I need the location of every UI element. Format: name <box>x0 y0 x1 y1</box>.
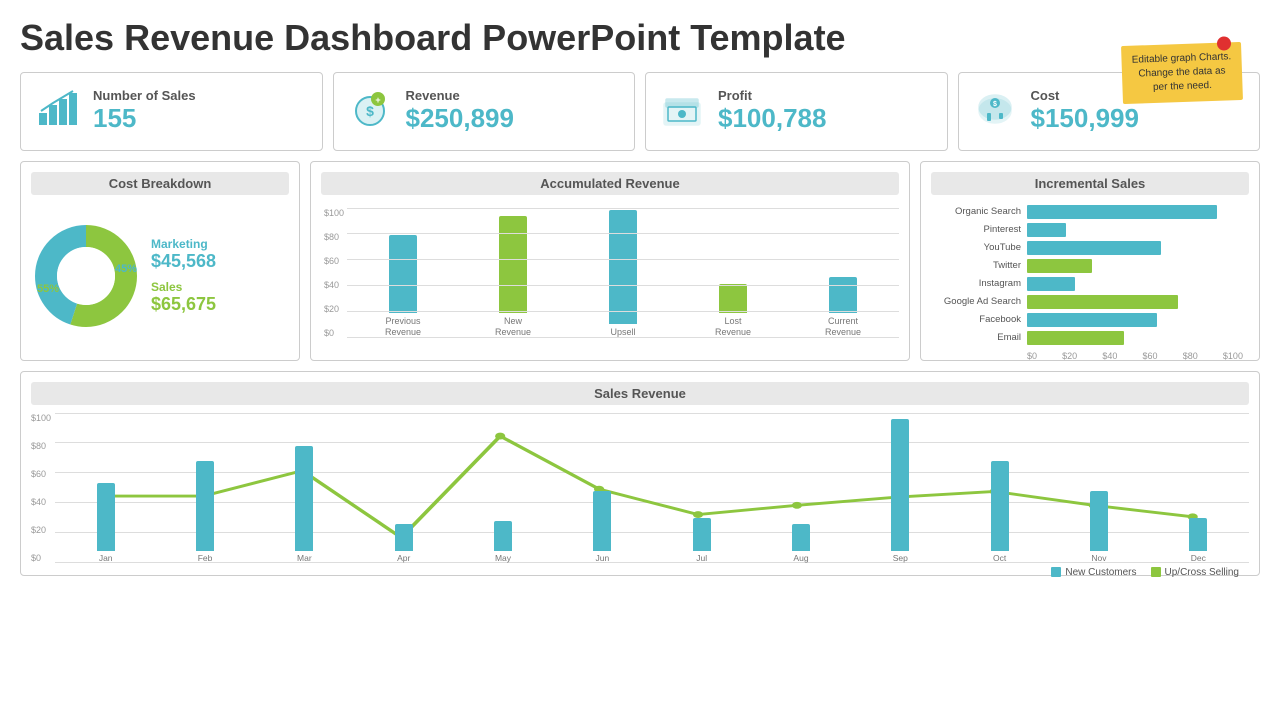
incremental-bars: Organic Search Pinterest YouTube Twitter… <box>931 203 1249 363</box>
sales-y-axis: $100$80$60$40$20$0 <box>31 413 55 563</box>
bar-pinterest: Pinterest <box>937 223 1243 237</box>
marketing-label: Marketing <box>151 237 216 251</box>
cost-icon: $ <box>973 85 1017 138</box>
kpi-card-sales: Number of Sales 155 <box>20 72 323 151</box>
sales-legend-label: Sales <box>151 280 216 294</box>
sales-revenue-title: Sales Revenue <box>31 382 1249 405</box>
cost-breakdown-panel: Cost Breakdown 55% 45% Marketing $45,568 <box>20 161 300 361</box>
legend-new-customers: New Customers <box>1065 567 1136 578</box>
label-organic: Organic Search <box>937 206 1027 217</box>
kpi-label-profit: Profit <box>718 88 826 103</box>
sales-icon <box>35 85 79 138</box>
donut-chart: 55% 45% <box>31 221 141 331</box>
bar-new: NewRevenue <box>463 216 563 338</box>
page-title: Sales Revenue Dashboard PowerPoint Templ… <box>20 18 1260 58</box>
kpi-value-profit: $100,788 <box>718 103 826 134</box>
kpi-value-sales: 155 <box>93 103 196 134</box>
bar-lost: LostRevenue <box>683 284 783 338</box>
label-facebook: Facebook <box>937 314 1027 325</box>
cost-breakdown-title: Cost Breakdown <box>31 172 289 195</box>
note-tag: Editable graph Charts. Change the data a… <box>1121 42 1243 104</box>
bar-instagram: Instagram <box>937 277 1243 291</box>
kpi-label-revenue: Revenue <box>406 88 514 103</box>
kpi-info-revenue: Revenue $250,899 <box>406 88 514 134</box>
sales-legend-value: $65,675 <box>151 294 216 315</box>
accumulated-revenue-title: Accumulated Revenue <box>321 172 899 195</box>
main-row: Cost Breakdown 55% 45% Marketing $45,568 <box>20 161 1260 361</box>
label-youtube: YouTube <box>937 242 1027 253</box>
kpi-value-cost: $150,999 <box>1031 103 1139 134</box>
accum-y-axis: $100$80$60$40$20$0 <box>321 208 347 338</box>
sales-chart-area: Jan Feb Mar Apr May Jun Jul Aug Sep Oct … <box>55 413 1249 563</box>
kpi-row: Number of Sales 155 $+ Revenue $250,899 … <box>20 72 1260 151</box>
incremental-sales-title: Incremental Sales <box>931 172 1249 195</box>
kpi-info-profit: Profit $100,788 <box>718 88 826 134</box>
legend-upcross: Up/Cross Selling <box>1165 567 1239 578</box>
svg-text:$: $ <box>366 103 374 119</box>
bottom-row: Sales Revenue $100$80$60$40$20$0 Jan <box>20 371 1260 576</box>
bar-youtube: YouTube <box>937 241 1243 255</box>
sales-item: Sales $65,675 <box>151 280 216 315</box>
profit-icon <box>660 85 704 138</box>
kpi-info-sales: Number of Sales 155 <box>93 88 196 134</box>
kpi-card-profit: Profit $100,788 <box>645 72 948 151</box>
incremental-sales-panel: Incremental Sales Organic Search Pintere… <box>920 161 1260 361</box>
bar-facebook: Facebook <box>937 313 1243 327</box>
kpi-value-revenue: $250,899 <box>406 103 514 134</box>
label-instagram: Instagram <box>937 278 1027 289</box>
bar-organic-search: Organic Search <box>937 205 1243 219</box>
bar-current: CurrentRevenue <box>793 277 893 338</box>
bar-email: Email <box>937 331 1243 345</box>
accumulated-revenue-panel: Accumulated Revenue $100$80$60$40$20$0 <box>310 161 910 361</box>
kpi-card-revenue: $+ Revenue $250,899 <box>333 72 636 151</box>
label-twitter: Twitter <box>937 260 1027 271</box>
marketing-value: $45,568 <box>151 251 216 272</box>
donut-label-55: 55% <box>37 283 59 295</box>
sales-revenue-panel: Sales Revenue $100$80$60$40$20$0 Jan <box>20 371 1260 576</box>
label-pinterest: Pinterest <box>937 224 1027 235</box>
marketing-item: Marketing $45,568 <box>151 237 216 272</box>
cost-content: 55% 45% Marketing $45,568 Sales $65,675 <box>31 203 289 350</box>
bar-upsell: Upsell <box>573 210 673 338</box>
svg-text:+: + <box>375 95 380 105</box>
bar-google-ad: Google Ad Search <box>937 295 1243 309</box>
sales-bars: Jan Feb Mar Apr May Jun Jul Aug Sep Oct … <box>55 413 1249 563</box>
bar-previous: PreviousRevenue <box>353 235 453 338</box>
kpi-label-sales: Number of Sales <box>93 88 196 103</box>
label-email: Email <box>937 332 1027 343</box>
incremental-x-axis: $0$20$40$60$80$100 <box>1027 349 1243 361</box>
sales-legend: New Customers Up/Cross Selling <box>31 563 1249 582</box>
svg-text:$: $ <box>993 101 997 108</box>
label-google-ad: Google Ad Search <box>937 296 1027 307</box>
revenue-icon: $+ <box>348 85 392 138</box>
bar-twitter: Twitter <box>937 259 1243 273</box>
cost-legend: Marketing $45,568 Sales $65,675 <box>151 237 216 315</box>
donut-label-45: 45% <box>115 263 137 275</box>
